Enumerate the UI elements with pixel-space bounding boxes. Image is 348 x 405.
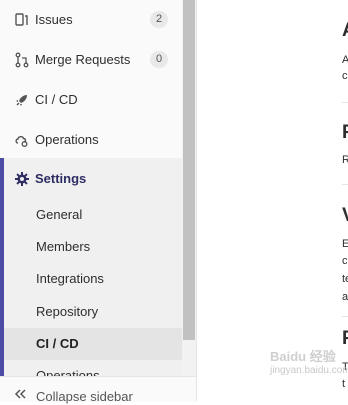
cloud-gear-icon [14,132,30,148]
sidebar-item-issues[interactable]: Issues 2 [0,0,182,40]
merge-request-icon [14,52,30,68]
watermark-logo: Baidu 经验 [270,349,336,364]
main-content: A A c P R V E c te a P T t [197,0,348,401]
settings-subitem-label: Repository [36,304,99,319]
collapse-sidebar-label: Collapse sidebar [36,389,133,404]
section-text: a [342,291,348,303]
settings-subitem-general[interactable]: General [4,199,182,231]
section-title: P [342,122,348,144]
section-text: c [342,70,348,82]
issues-icon [14,12,30,28]
settings-subitem-integrations[interactable]: Integrations [4,263,182,295]
section-title: A [342,20,348,42]
sidebar-item-ci-cd[interactable]: CI / CD [0,80,182,120]
issues-count-badge: 2 [150,11,168,28]
sidebar: Issues 2 Merge Requests 0 CI / CD Operat… [0,0,196,401]
rocket-icon [14,92,30,108]
gear-icon [14,171,30,187]
section-divider [342,102,348,103]
watermark: Baidu 经验 jingyan.baidu.com [262,346,348,401]
settings-subitem-ci-cd[interactable]: CI / CD [4,328,182,360]
watermark-url: jingyan.baidu.com [270,365,348,376]
sidebar-item-label: Merge Requests [35,52,131,67]
section-divider [342,184,348,185]
section-text: c [342,255,348,267]
settings-subitem-label: Members [36,239,91,254]
merge-requests-count-badge: 0 [150,51,168,68]
settings-subitem-repository[interactable]: Repository [4,296,182,328]
section-text: A [342,54,348,66]
sidebar-item-label: CI / CD [35,92,78,107]
sidebar-item-label: Issues [35,12,73,27]
section-text: te [342,273,348,285]
sidebar-item-settings[interactable]: Settings [0,159,182,199]
settings-subitem-label: CI / CD [36,336,79,351]
sidebar-item-label: Operations [35,132,99,147]
section-divider [342,316,348,317]
double-chevron-left-icon [14,387,26,402]
settings-subitem-label: Integrations [36,271,104,286]
sidebar-scrollbar-thumb[interactable] [183,0,195,340]
sidebar-item-operations[interactable]: Operations [0,120,182,160]
sidebar-item-merge-requests[interactable]: Merge Requests 0 [0,40,182,80]
sidebar-item-label: Settings [35,171,87,186]
section-text: E [342,238,348,250]
settings-subitem-members[interactable]: Members [4,231,182,263]
settings-subitem-label: General [36,207,83,222]
section-text: R [342,154,348,166]
section-title: V [342,205,348,227]
collapse-sidebar-button[interactable]: Collapse sidebar [0,376,196,404]
